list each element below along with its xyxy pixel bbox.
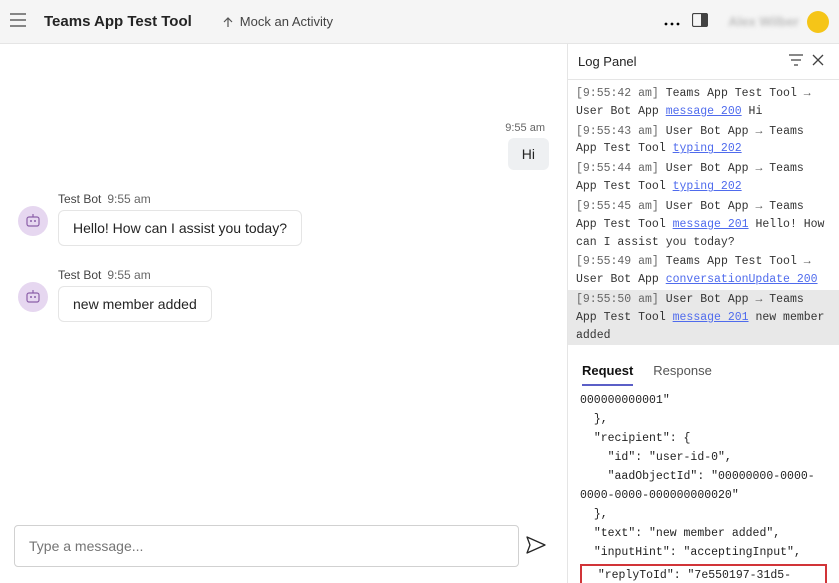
user-avatar[interactable] <box>807 11 829 33</box>
log-entry[interactable]: [9:55:44 am] User Bot App → Teams App Te… <box>576 159 831 197</box>
bot-msg-time: 9:55 am <box>107 268 150 282</box>
bot-message-row: Test Bot 9:55 am Hello! How can I assist … <box>18 192 549 246</box>
payload-line: }, <box>580 411 827 430</box>
bot-name: Test Bot <box>58 192 101 206</box>
log-entry[interactable]: [9:55:49 am] Teams App Test Tool → User … <box>576 252 831 290</box>
payload-line: 000000000001" <box>580 392 827 411</box>
log-link[interactable]: message 201 <box>673 218 749 231</box>
log-entry[interactable]: [9:55:43 am] User Bot App → Teams App Te… <box>576 122 831 160</box>
log-panel: Log Panel [9:55:42 am] Teams App Test To… <box>568 44 839 583</box>
log-entry[interactable]: [9:55:42 am] Teams App Test Tool → User … <box>576 84 831 122</box>
log-panel-title: Log Panel <box>578 54 785 69</box>
close-icon[interactable] <box>807 54 829 69</box>
message-input[interactable] <box>14 525 519 567</box>
log-link[interactable]: message 201 <box>673 311 749 324</box>
tab-response[interactable]: Response <box>653 357 712 386</box>
log-entries: [9:55:42 am] Teams App Test Tool → User … <box>568 80 839 351</box>
log-entry[interactable]: [9:55:45 am] User Bot App → Teams App Te… <box>576 197 831 252</box>
bot-message-bubble: new member added <box>58 286 212 322</box>
payload-line: "replyToId": "7e550197-31d5-458f-af43-fe… <box>584 567 823 583</box>
log-link[interactable]: typing 202 <box>673 180 742 193</box>
user-msg-time: 9:55 am <box>18 122 545 134</box>
bot-name: Test Bot <box>58 268 101 282</box>
payload-line: "aadObjectId": "00000000-0000-0000-0000-… <box>580 468 827 506</box>
filter-icon[interactable] <box>785 54 807 69</box>
log-entry[interactable]: [9:55:50 am] User Bot App → Teams App Te… <box>568 290 839 345</box>
payload-view: 000000000001" }, "recipient": { "id": "u… <box>568 386 839 583</box>
detail-tabs: Request Response <box>568 351 839 386</box>
log-panel-header: Log Panel <box>568 44 839 80</box>
log-link[interactable]: conversationUpdate 200 <box>666 273 818 286</box>
bot-message-row: Test Bot 9:55 am new member added <box>18 268 549 322</box>
bot-avatar-icon <box>18 206 48 236</box>
send-button[interactable] <box>519 536 553 557</box>
payload-line: "recipient": { <box>580 430 827 449</box>
payload-highlight: "replyToId": "7e550197-31d5-458f-af43-fe… <box>580 564 827 583</box>
user-name: Alex Wilber <box>728 14 799 29</box>
log-link[interactable]: typing 202 <box>673 142 742 155</box>
bot-msg-time: 9:55 am <box>107 192 150 206</box>
more-icon[interactable] <box>658 14 686 29</box>
compose-bar <box>0 513 567 583</box>
payload-line: }, <box>580 506 827 525</box>
payload-line: "text": "new member added", <box>580 525 827 544</box>
user-message-bubble: Hi <box>508 138 549 170</box>
bot-avatar-icon <box>18 282 48 312</box>
chat-pane: 9:55 am Hi Test Bot 9:55 am Hello! How ca… <box>0 44 568 583</box>
tab-request[interactable]: Request <box>582 357 633 386</box>
message-list: 9:55 am Hi Test Bot 9:55 am Hello! How ca… <box>0 44 567 513</box>
mock-activity-button[interactable]: Mock an Activity <box>222 14 333 29</box>
payload-line: "inputHint": "acceptingInput", <box>580 544 827 563</box>
top-bar: Teams App Test Tool Mock an Activity Ale… <box>0 0 839 44</box>
mock-activity-label: Mock an Activity <box>240 14 333 29</box>
log-link[interactable]: message 200 <box>666 105 742 118</box>
app-title: Teams App Test Tool <box>44 13 192 30</box>
panel-toggle-icon[interactable] <box>686 13 714 30</box>
hamburger-icon[interactable] <box>10 13 30 30</box>
bot-message-bubble: Hello! How can I assist you today? <box>58 210 302 246</box>
payload-line: "id": "user-id-0", <box>580 449 827 468</box>
